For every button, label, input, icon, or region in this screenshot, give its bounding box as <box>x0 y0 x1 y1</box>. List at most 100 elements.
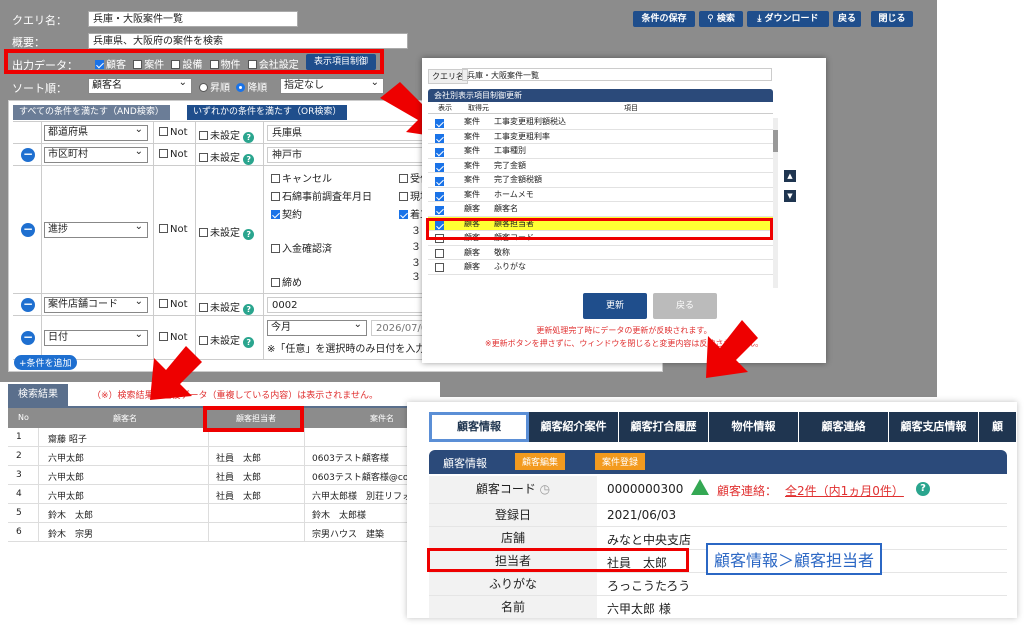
customer-tab[interactable]: 顧客連絡 <box>799 412 889 442</box>
unset-checkbox[interactable] <box>199 336 208 345</box>
customer-tab[interactable]: 顧客打合履歴 <box>619 412 709 442</box>
dialog-list-item[interactable]: 案件 完了金額 <box>428 159 773 173</box>
dialog-scroll-thumb[interactable] <box>773 130 778 152</box>
tab-or-search[interactable]: いずれかの条件を満たす（OR検索） <box>187 105 348 120</box>
not-checkbox[interactable] <box>159 332 168 341</box>
progress-level-text: ３ <box>411 242 421 253</box>
unset-checkbox[interactable] <box>199 303 208 312</box>
table-row[interactable]: 4 六甲太郎 社員 太郎 六甲太郎様 別荘リフォーム <box>8 485 440 504</box>
not-checkbox[interactable] <box>159 127 168 136</box>
table-row[interactable]: 2 六甲太郎 社員 太郎 0603テスト顧客様 <box>8 447 440 466</box>
show-checkbox[interactable] <box>435 177 444 186</box>
results-tab[interactable]: 検索結果 <box>8 384 68 406</box>
show-checkbox[interactable] <box>435 119 444 128</box>
help-icon[interactable]: ? <box>916 482 930 496</box>
show-checkbox[interactable] <box>435 263 444 272</box>
date-period-select[interactable]: 今月 <box>267 320 367 336</box>
not-checkbox[interactable] <box>159 299 168 308</box>
show-checkbox[interactable] <box>435 248 444 258</box>
dialog-list-item[interactable]: 顧客 敬称 <box>428 246 773 260</box>
move-down-icon[interactable]: ▼ <box>784 190 796 202</box>
show-checkbox[interactable] <box>435 191 444 201</box>
query-name-input[interactable]: 兵庫・大阪案件一覧 <box>88 11 298 27</box>
progress-checkbox-survey[interactable] <box>271 192 280 201</box>
show-checkbox[interactable] <box>435 206 444 215</box>
header-case-name: 案件名 <box>370 414 394 423</box>
unset-checkbox[interactable] <box>199 153 208 162</box>
dialog-query-input[interactable]: 兵庫・大阪案件一覧 <box>462 68 772 81</box>
show-checkbox[interactable] <box>435 133 444 143</box>
help-icon[interactable]: ? <box>243 154 255 165</box>
query-desc-input[interactable]: 兵庫県、大阪府の案件を検索 <box>88 33 408 49</box>
remove-condition-icon[interactable]: − <box>21 148 35 162</box>
show-checkbox[interactable] <box>435 162 444 172</box>
progress-checkbox-accepted[interactable] <box>399 174 408 183</box>
help-icon[interactable]: ? <box>243 132 255 143</box>
help-icon[interactable]: ? <box>243 337 255 348</box>
dialog-scrollbar[interactable] <box>773 118 778 288</box>
progress-checkbox-deposit[interactable] <box>271 244 280 253</box>
case-register-button[interactable]: 案件登録 <box>595 453 646 470</box>
customer-tab[interactable]: 顧 <box>979 412 1017 442</box>
condition-value-input[interactable]: 神戸市 <box>267 147 437 163</box>
progress-checkbox-cancel[interactable] <box>271 174 280 183</box>
sort-second-select[interactable]: 指定なし <box>280 78 384 94</box>
remove-condition-icon[interactable]: − <box>21 298 35 312</box>
dialog-list-item[interactable]: 案件 工事種別 <box>428 144 773 159</box>
show-checkbox[interactable] <box>435 148 444 157</box>
move-up-icon[interactable]: ▲ <box>784 170 796 182</box>
dialog-list-item[interactable]: 案件 工事変更粗利率 <box>428 130 773 144</box>
customer-tab[interactable]: 顧客支店情報 <box>889 412 979 442</box>
sort-field-select[interactable]: 顧客名 <box>88 78 192 94</box>
progress-checkbox-start[interactable] <box>399 210 408 219</box>
sort-asc-radio[interactable] <box>199 83 208 92</box>
close-button[interactable]: 閉じる <box>871 11 913 27</box>
progress-checkbox-contract[interactable] <box>271 210 280 219</box>
help-icon[interactable]: ? <box>243 229 255 240</box>
customer-tab[interactable]: 物件情報 <box>709 412 799 442</box>
condition-field-select[interactable]: 日付 <box>44 330 148 346</box>
search-button[interactable]: ⚲ 検索 <box>699 11 743 27</box>
customer-contact-link[interactable]: 全2件（内1ヵ月0件） <box>785 482 904 499</box>
dialog-list-item[interactable]: 顧客 顧客名 <box>428 202 773 217</box>
dialog-back-button[interactable]: 戻る <box>653 293 717 319</box>
dialog-list-item[interactable]: 案件 工事変更粗利額税込 <box>428 115 773 130</box>
customer-tab[interactable]: 顧客紹介案件 <box>529 412 619 442</box>
remove-condition-icon[interactable]: − <box>21 331 35 345</box>
save-condition-button[interactable]: 条件の保存 <box>633 11 695 27</box>
not-checkbox[interactable] <box>159 149 168 158</box>
table-row[interactable]: 5 鈴木 太郎 鈴木 太郎様 <box>8 504 440 523</box>
google-drive-icon[interactable] <box>691 479 709 495</box>
customer-detail-row: ふりがな ろっこうたろう <box>429 573 1007 596</box>
progress-checkbox-closed[interactable] <box>271 278 280 287</box>
unset-checkbox[interactable] <box>199 131 208 140</box>
dialog-list-item[interactable]: 案件 ホームメモ <box>428 188 773 202</box>
back-button[interactable]: 戻る <box>833 11 861 27</box>
condition-value-input[interactable]: 兵庫県 <box>267 125 437 141</box>
remove-condition-icon[interactable]: − <box>21 223 35 237</box>
dialog-item-list[interactable]: 案件 工事変更粗利額税込 案件 工事変更粗利率 案件 工事種別 案件 完了金額 案件 完了金額税額… <box>428 115 773 285</box>
condition-field-select[interactable]: 市区町村 <box>44 147 148 163</box>
dialog-update-button[interactable]: 更新 <box>583 293 647 319</box>
progress-checkbox-site[interactable] <box>399 192 408 201</box>
dialog-list-item[interactable]: 案件 完了金額税額 <box>428 173 773 188</box>
not-checkbox[interactable] <box>159 224 168 233</box>
sort-desc-label: 降順 <box>247 83 268 94</box>
condition-value-input[interactable]: 0002 <box>267 297 437 313</box>
customer-edit-button[interactable]: 顧客編集 <box>515 453 566 470</box>
sort-desc-radio[interactable] <box>236 83 246 92</box>
table-row[interactable]: 6 鈴木 宗男 宗男ハウス 建築 <box>8 523 440 542</box>
condition-field-select[interactable]: 案件店舗コード <box>44 297 148 313</box>
tab-and-search[interactable]: すべての条件を満たす（AND検索） <box>13 105 170 120</box>
help-icon[interactable]: ? <box>243 304 255 315</box>
condition-field-select[interactable]: 都道府県 <box>44 125 148 141</box>
customer-tab[interactable]: 顧客情報 <box>429 412 529 442</box>
table-row[interactable]: 3 六甲太郎 社員 太郎 0603テスト顧客様@co.jp <box>8 466 440 485</box>
item-name: 顧客名 <box>494 204 518 213</box>
condition-field-select[interactable]: 進捗 <box>44 222 148 238</box>
download-button[interactable]: ⤓ ダウンロード <box>747 11 829 27</box>
unset-checkbox[interactable] <box>199 228 208 237</box>
add-condition-button[interactable]: +条件を追加 <box>14 355 77 370</box>
dialog-list-item[interactable]: 顧客 ふりがな <box>428 260 773 275</box>
history-icon[interactable]: ◷ <box>540 482 550 496</box>
